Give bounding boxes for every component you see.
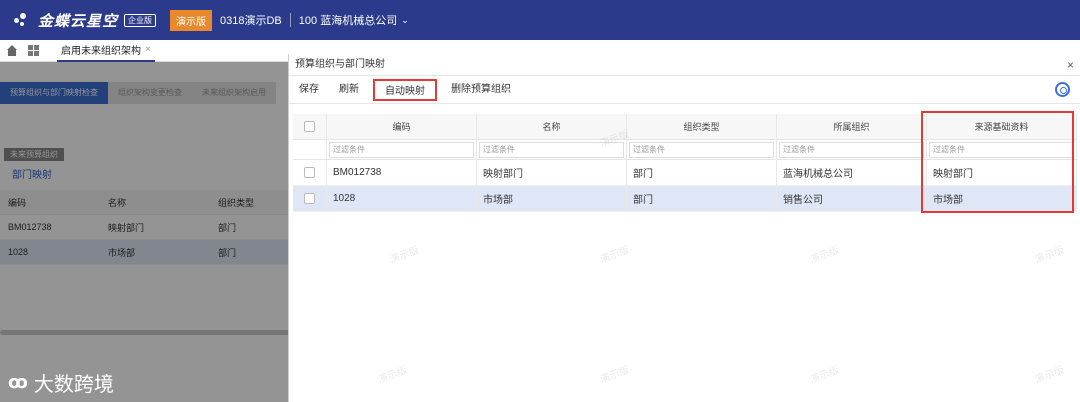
divider <box>289 13 291 27</box>
filter-parent-input[interactable]: 过滤条件 <box>779 141 924 158</box>
watermark: 演示版 <box>598 245 631 266</box>
org-selector[interactable]: 100 蓝海机械总公司 ⌄ <box>299 12 409 28</box>
filter-code-input[interactable]: 过滤条件 <box>329 141 474 158</box>
row-check-cell <box>293 160 327 185</box>
cell-code[interactable]: 1028 <box>327 186 477 211</box>
filter-cell: 过滤条件 <box>327 140 477 159</box>
watermark: 演示版 <box>598 365 631 386</box>
header-parent-org[interactable]: 所属组织 <box>777 114 927 139</box>
mapping-dialog: 预算组织与部门映射 × 保存 刷新 自动映射 删除预算组织 编码 名称 组织类型… <box>288 54 1080 402</box>
auto-map-button[interactable]: 自动映射 <box>373 78 437 101</box>
cell-parent-org[interactable]: 销售公司 <box>777 186 927 211</box>
watermark-text: 大数跨境 <box>33 374 114 396</box>
filter-spacer <box>293 140 327 159</box>
app-grid-icon[interactable] <box>28 45 39 56</box>
db-name[interactable]: 0318演示DB <box>220 12 282 28</box>
top-bar: 金蝶云星空 企业版 演示版 0318演示DB 100 蓝海机械总公司 ⌄ <box>0 0 1080 40</box>
filter-cell: 过滤条件 <box>777 140 927 159</box>
header-code[interactable]: 编码 <box>327 114 477 139</box>
watermark: 演示版 <box>1033 365 1066 386</box>
watermark: 演示版 <box>1033 245 1066 266</box>
select-all-cell <box>293 114 327 139</box>
dialog-title-bar: 预算组织与部门映射 × <box>289 54 1080 76</box>
header-org-type[interactable]: 组织类型 <box>627 114 777 139</box>
watermark-icon: ꝏ <box>8 372 28 392</box>
env-badge: 演示版 <box>170 9 213 31</box>
cell-name[interactable]: 映射部门 <box>477 160 627 185</box>
tab-label: 启用未来组织架构 <box>61 46 141 57</box>
filter-cell: 过滤条件 <box>627 140 777 159</box>
watermark: 演示版 <box>376 365 409 386</box>
save-button[interactable]: 保存 <box>289 79 329 101</box>
modal-overlay <box>0 62 290 402</box>
row-checkbox[interactable] <box>304 167 315 178</box>
row-checkbox[interactable] <box>304 193 315 204</box>
watermark: 演示版 <box>808 365 841 386</box>
dialog-title: 预算组织与部门映射 <box>295 59 385 70</box>
watermark-logo: ꝏ 大数跨境 <box>8 368 114 397</box>
settings-icon[interactable] <box>1055 82 1070 97</box>
dialog-toolbar: 保存 刷新 自动映射 删除预算组织 <box>289 76 1080 104</box>
filter-type-input[interactable]: 过滤条件 <box>629 141 774 158</box>
cell-parent-org[interactable]: 蓝海机械总公司 <box>777 160 927 185</box>
org-name: 100 蓝海机械总公司 <box>298 15 398 27</box>
select-all-checkbox[interactable] <box>304 121 315 132</box>
close-icon[interactable]: × <box>145 44 151 55</box>
logo-icon <box>12 10 32 30</box>
highlight-box <box>921 111 1074 213</box>
watermark: 演示版 <box>808 245 841 266</box>
watermark: 演示版 <box>388 245 421 266</box>
logo-text: 金蝶云星空 <box>38 12 119 30</box>
home-icon[interactable] <box>6 44 18 57</box>
refresh-button[interactable]: 刷新 <box>329 79 369 101</box>
cell-name[interactable]: 市场部 <box>477 186 627 211</box>
close-icon[interactable]: × <box>1067 54 1074 76</box>
edition-tag: 企业版 <box>124 13 157 27</box>
app-logo: 金蝶云星空 企业版 <box>12 10 157 31</box>
cell-org-type[interactable]: 部门 <box>627 186 777 211</box>
row-check-cell <box>293 186 327 211</box>
cell-code[interactable]: BM012738 <box>327 160 477 185</box>
delete-budget-org-button[interactable]: 删除预算组织 <box>441 79 521 101</box>
chevron-down-icon: ⌄ <box>401 14 409 25</box>
cell-org-type[interactable]: 部门 <box>627 160 777 185</box>
tab-enable-future-org[interactable]: 启用未来组织架构 × <box>57 40 155 62</box>
